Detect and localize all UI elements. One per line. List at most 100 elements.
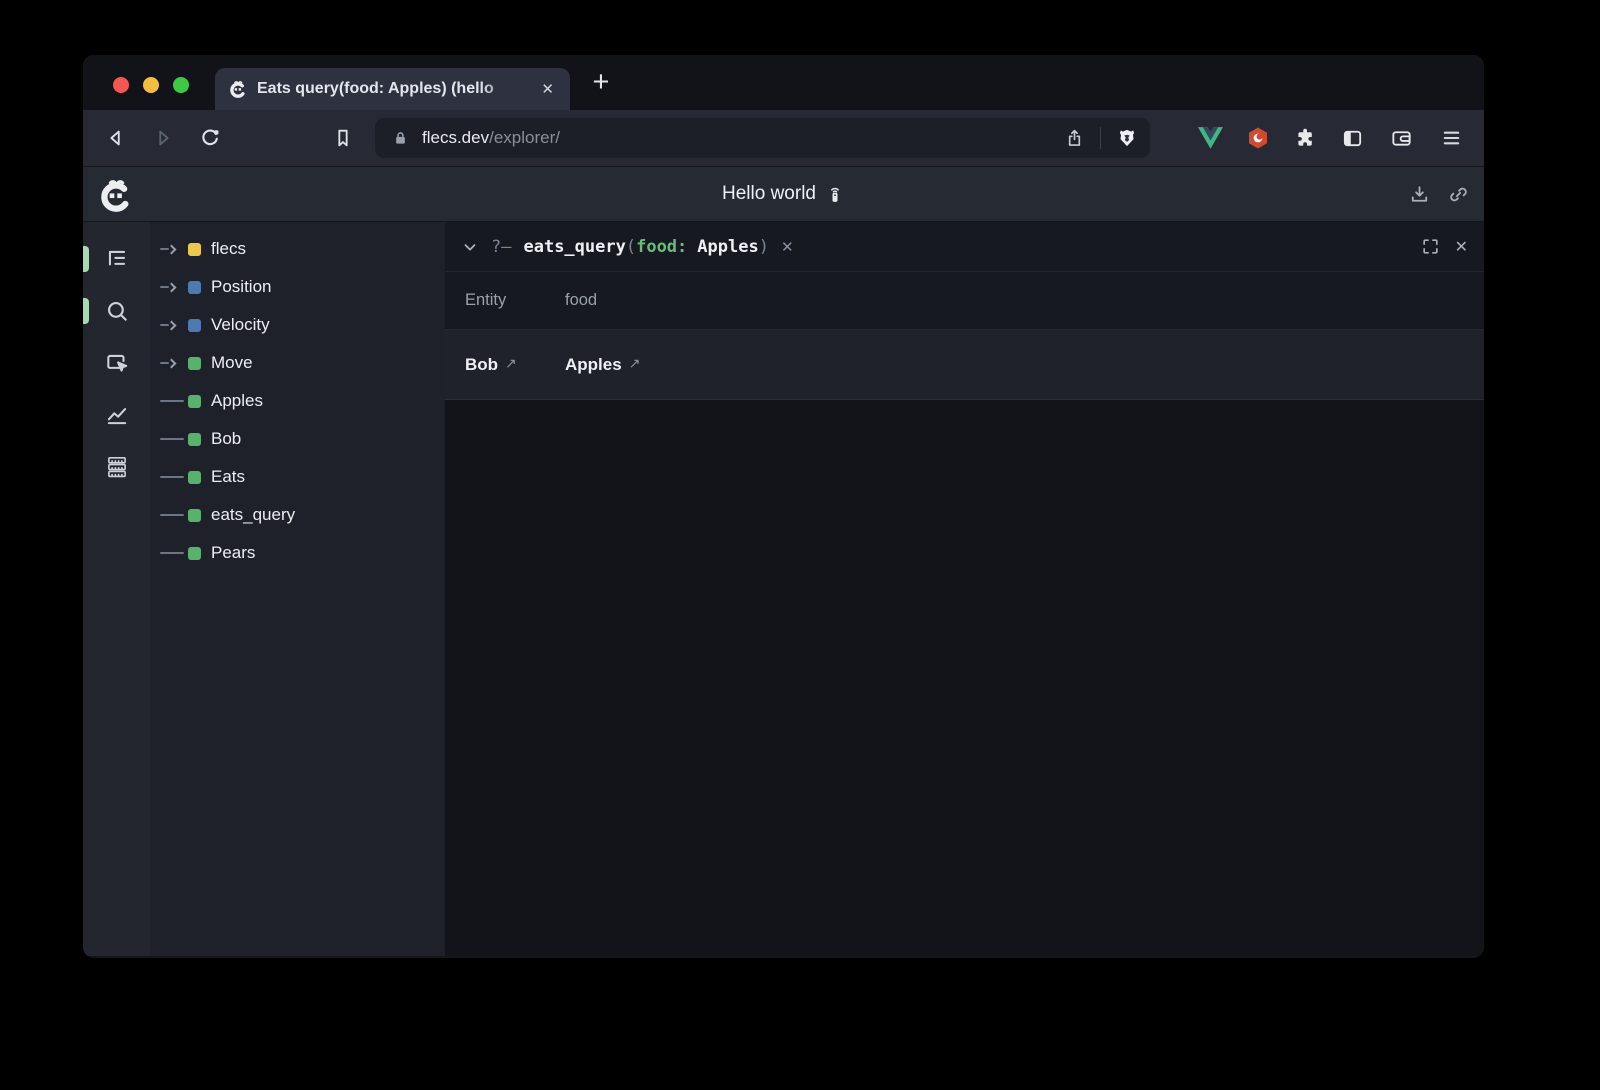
entity-kind-square <box>188 319 201 332</box>
divider <box>1100 127 1101 149</box>
icon-rail <box>83 222 150 956</box>
leaf-dash-icon <box>160 438 188 440</box>
stats-chart-icon[interactable] <box>83 389 150 441</box>
entity-kind-square <box>188 243 201 256</box>
fullscreen-icon[interactable] <box>1421 237 1440 256</box>
entity-link[interactable]: Apples <box>565 355 622 375</box>
chevron-down-icon[interactable] <box>461 238 479 256</box>
clear-query-icon[interactable]: ✕ <box>781 238 794 256</box>
leaf-dash-icon <box>160 400 188 402</box>
query-open-paren: ( <box>626 237 636 257</box>
extensions-puzzle-icon[interactable] <box>1293 126 1317 150</box>
entity-kind-square <box>188 395 201 408</box>
query-panel: ?– eats_query(food:Apples) ✕ ✕ Enti <box>445 222 1484 956</box>
world-title: Hello world <box>722 183 816 205</box>
open-entity-arrow-icon[interactable]: ↗ <box>629 355 641 372</box>
entity-kind-square <box>188 433 201 446</box>
link-icon[interactable] <box>1447 183 1470 206</box>
url-path: /explorer/ <box>489 128 560 148</box>
traffic-lights <box>113 77 189 93</box>
tree-item-label: Velocity <box>211 315 270 335</box>
flecs-logo-icon[interactable] <box>97 176 135 214</box>
query-param: food: <box>636 237 687 257</box>
zoom-window-button[interactable] <box>173 77 189 93</box>
result-row: Bob ↗ Apples ↗ <box>445 330 1484 400</box>
systems-ruler-icon[interactable] <box>83 441 150 493</box>
column-header-food: food <box>545 291 1484 310</box>
leaf-dash-icon <box>160 514 188 516</box>
expand-chevron-icon[interactable] <box>160 360 188 367</box>
tree-item-Velocity[interactable]: Velocity <box>150 306 445 344</box>
tree-item-Apples[interactable]: Apples <box>150 382 445 420</box>
hexagon-extension-icon[interactable] <box>1246 126 1270 150</box>
query-column-header-row: Entityfood <box>445 272 1484 330</box>
menu-icon[interactable] <box>1440 127 1463 150</box>
column-header-entity: Entity <box>445 291 545 310</box>
search-icon[interactable] <box>83 285 150 337</box>
tree-item-label: eats_query <box>211 505 295 525</box>
result-cell: Bob ↗ <box>445 355 545 375</box>
lock-icon <box>391 129 410 148</box>
open-entity-arrow-icon[interactable]: ↗ <box>505 355 517 372</box>
explorer-content: flecs Position Velocity Move Apples Bob Eats ea… <box>83 222 1484 956</box>
inspector-icon[interactable] <box>83 337 150 389</box>
entity-kind-square <box>188 471 201 484</box>
new-tab-button[interactable]: + <box>583 63 619 101</box>
tree-item-Pears[interactable]: Pears <box>150 534 445 572</box>
query-name: eats_query <box>523 237 625 257</box>
tree-item-label: Pears <box>211 543 255 563</box>
close-window-button[interactable] <box>113 77 129 93</box>
tab-title: Eats query(food: Apples) (hello <box>257 80 529 98</box>
back-button[interactable] <box>105 127 127 149</box>
tree-view-icon[interactable] <box>83 233 150 285</box>
tree-item-label: Bob <box>211 429 241 449</box>
tree-item-flecs[interactable]: flecs <box>150 230 445 268</box>
entity-kind-square <box>188 547 201 560</box>
share-icon[interactable] <box>1064 128 1085 149</box>
expand-chevron-icon[interactable] <box>160 284 188 291</box>
forward-button[interactable] <box>152 127 174 149</box>
tree-item-eats_query[interactable]: eats_query <box>150 496 445 534</box>
query-value: Apples <box>697 237 758 257</box>
query-close-paren: ) <box>759 237 769 257</box>
entity-tree: flecs Position Velocity Move Apples Bob Eats ea… <box>150 222 445 956</box>
sidebar-toggle-icon[interactable] <box>1341 127 1364 150</box>
tree-item-label: flecs <box>211 239 246 259</box>
browser-toolbar: flecs.dev /explorer/ <box>83 110 1484 166</box>
address-bar[interactable]: flecs.dev /explorer/ <box>375 118 1150 158</box>
browser-window: Eats query(food: Apples) (hello ✕ + <box>83 55 1484 958</box>
tree-item-label: Move <box>211 353 253 373</box>
wallet-icon[interactable] <box>1390 127 1413 150</box>
minimize-window-button[interactable] <box>143 77 159 93</box>
download-icon[interactable] <box>1408 183 1431 206</box>
close-panel-icon[interactable]: ✕ <box>1455 237 1468 257</box>
expand-chevron-icon[interactable] <box>160 322 188 329</box>
active-indicator-tree <box>83 246 89 272</box>
tree-item-Move[interactable]: Move <box>150 344 445 382</box>
vue-devtools-icon[interactable] <box>1198 127 1223 149</box>
tree-item-label: Position <box>211 277 271 297</box>
entity-kind-square <box>188 509 201 522</box>
leaf-dash-icon <box>160 476 188 478</box>
brave-shields-icon[interactable] <box>1116 127 1138 149</box>
browser-tab-bar: Eats query(food: Apples) (hello ✕ + <box>83 55 1484 110</box>
tree-item-label: Eats <box>211 467 245 487</box>
tree-item-Position[interactable]: Position <box>150 268 445 306</box>
leaf-dash-icon <box>160 552 188 554</box>
active-tab[interactable]: Eats query(food: Apples) (hello ✕ <box>215 68 570 110</box>
bookmark-icon[interactable] <box>332 127 354 149</box>
tab-close-icon[interactable]: ✕ <box>538 78 557 100</box>
reload-button[interactable] <box>199 127 221 149</box>
tree-item-label: Apples <box>211 391 263 411</box>
tree-item-Eats[interactable]: Eats <box>150 458 445 496</box>
entity-kind-square <box>188 357 201 370</box>
expand-chevron-icon[interactable] <box>160 246 188 253</box>
remote-connection-icon[interactable] <box>825 183 845 205</box>
query-header: ?– eats_query(food: Apples) ✕ ✕ <box>445 222 1484 272</box>
url-host: flecs.dev <box>422 128 489 148</box>
tree-item-Bob[interactable]: Bob <box>150 420 445 458</box>
query-results: Bob ↗ Apples ↗ <box>445 330 1484 400</box>
active-indicator-search <box>83 298 89 324</box>
query-prompt: ?– <box>491 237 511 257</box>
entity-link[interactable]: Bob <box>465 355 498 375</box>
